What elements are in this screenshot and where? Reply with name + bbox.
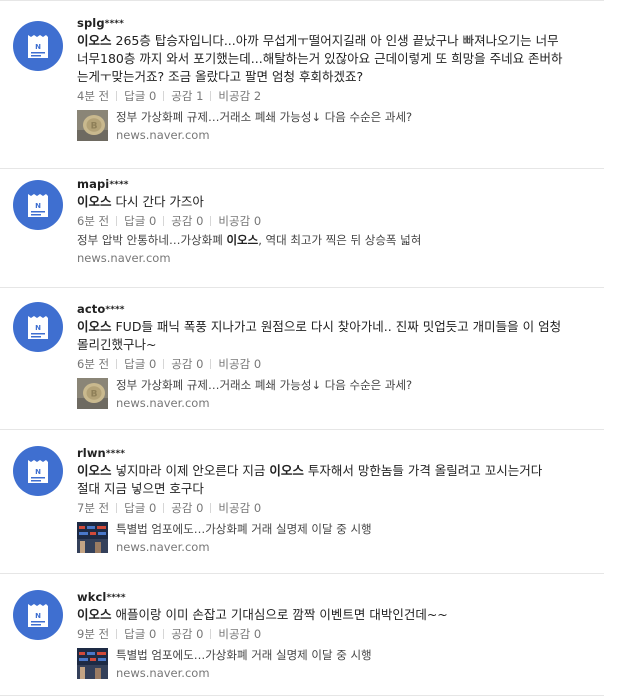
avatar[interactable]: N [13, 180, 63, 230]
username[interactable]: wkcl**** [77, 589, 604, 605]
keyword-highlight: 이오스 [226, 233, 259, 247]
newspaper-icon: N [28, 35, 48, 58]
comment-text: 이오스 넣지마라 이제 안오른다 지금 이오스 투자해서 망한놈들 가격 올릴려… [77, 462, 604, 498]
trading-screen-image [77, 648, 108, 679]
avatar[interactable]: N [13, 590, 63, 640]
like-count[interactable]: 공감 0 [171, 214, 203, 228]
keyword-highlight: 이오스 [269, 463, 304, 478]
keyword-highlight: 이오스 [77, 33, 112, 48]
dislike-count[interactable]: 비공감 0 [218, 627, 261, 641]
username[interactable]: splg**** [77, 15, 604, 31]
text-segment: FUD들 패닉 폭풍 지나가고 원점으로 다시 찾아가네.. 진짜 밋업듯고 개… [77, 319, 562, 352]
bitcoin-coin-image: B [77, 378, 108, 409]
news-title[interactable]: 특별법 엄포에도…가상화폐 거래 실명제 이달 중 시행 [116, 647, 372, 663]
like-count[interactable]: 공감 0 [171, 627, 203, 641]
news-link[interactable]: 특별법 엄포에도…가상화폐 거래 실명제 이달 중 시행 news.naver.… [77, 648, 604, 682]
comment-text: 이오스 다시 간다 가즈아 [77, 193, 604, 211]
comment-meta: 9분 전 답글 0 공감 0 비공감 0 [77, 626, 604, 642]
avatar[interactable]: N [13, 446, 63, 496]
timestamp: 7분 전 [77, 501, 110, 515]
reply-count[interactable]: 답글 0 [124, 357, 156, 371]
text-segment: 다시 간다 가즈아 [111, 194, 204, 209]
news-thumbnail[interactable]: B [77, 378, 108, 409]
news-title[interactable]: 정부 가상화폐 규제…거래소 폐쇄 가능성↓ 다음 수순은 과세? [116, 377, 412, 393]
news-source: news.naver.com [77, 251, 171, 265]
reply-count[interactable]: 답글 0 [124, 627, 156, 641]
avatar[interactable]: N [13, 302, 63, 352]
news-source: news.naver.com [116, 396, 210, 410]
timestamp: 4분 전 [77, 89, 110, 103]
comment-text: 이오스 FUD들 패닉 폭풍 지나가고 원점으로 다시 찾아가네.. 진짜 밋업… [77, 318, 604, 354]
comment-meta: 6분 전 답글 0 공감 0 비공감 0 [77, 356, 604, 372]
like-count[interactable]: 공감 1 [171, 89, 203, 103]
keyword-highlight: 이오스 [77, 463, 112, 478]
svg-text:N: N [35, 468, 41, 476]
news-thumbnail[interactable]: B [77, 110, 108, 141]
comment-meta: 6분 전 답글 0 공감 0 비공감 0 [77, 213, 604, 229]
comment-meta: 4분 전 답글 0 공감 1 비공감 2 [77, 88, 604, 104]
comment-text: 이오스 265층 탑승자입니다...아까 무섭게ㅜ떨어지길래 아 인생 끝났구나… [77, 32, 604, 86]
keyword-highlight: 이오스 [77, 607, 112, 622]
username[interactable]: rlwn**** [77, 445, 604, 461]
keyword-highlight: 이오스 [77, 194, 112, 209]
dislike-count[interactable]: 비공감 0 [218, 214, 261, 228]
reply-count[interactable]: 답글 0 [124, 214, 156, 228]
newspaper-icon: N [28, 194, 48, 217]
text-segment: 특별법 엄포에도…가상화폐 거래 실명제 이달 중 시행 [116, 522, 372, 536]
dislike-count[interactable]: 비공감 0 [218, 501, 261, 515]
news-thumbnail[interactable] [77, 522, 108, 553]
timestamp: 9분 전 [77, 627, 110, 641]
username[interactable]: mapi**** [77, 176, 604, 192]
news-link[interactable]: 특별법 엄포에도…가상화폐 거래 실명제 이달 중 시행 news.naver.… [77, 522, 604, 556]
news-source: news.naver.com [116, 540, 210, 554]
text-segment: 애플이랑 이미 손잡고 기대심으로 깜짝 이벤트면 대박인건데~~ [111, 607, 448, 622]
news-source: news.naver.com [116, 128, 210, 142]
dislike-count[interactable]: 비공감 2 [218, 89, 261, 103]
comment-meta: 7분 전 답글 0 공감 0 비공감 0 [77, 500, 604, 516]
timestamp: 6분 전 [77, 214, 110, 228]
svg-text:B: B [91, 390, 98, 400]
text-segment: 정부 가상화폐 규제…거래소 폐쇄 가능성↓ 다음 수순은 과세? [116, 110, 413, 124]
avatar[interactable]: N [13, 21, 63, 71]
comment-text: 이오스 애플이랑 이미 손잡고 기대심으로 깜짝 이벤트면 대박인건데~~ [77, 606, 604, 624]
news-title[interactable]: 정부 가상화폐 규제…거래소 폐쇄 가능성↓ 다음 수순은 과세? [116, 109, 412, 125]
news-link[interactable]: 정부 압박 안통하네…가상화폐 이오스, 역대 최고가 찍은 뒤 상승폭 넓혀 … [77, 233, 604, 267]
text-segment: , 역대 최고가 찍은 뒤 상승폭 넓혀 [258, 233, 422, 247]
news-thumbnail[interactable] [77, 648, 108, 679]
keyword-highlight: 이오스 [77, 319, 112, 334]
bitcoin-coin-image: B [77, 110, 108, 141]
comment-item: N wkcl**** 이오스 애플이랑 이미 손잡고 기대심으로 깜짝 이벤트면… [0, 574, 604, 700]
svg-text:N: N [35, 324, 41, 332]
comment-item: N acto**** 이오스 FUD들 패닉 폭풍 지나가고 원점으로 다시 찾… [0, 288, 604, 429]
comment-item: N mapi**** 이오스 다시 간다 가즈아 6분 전 답글 0 공감 0 비공감… [0, 169, 604, 287]
newspaper-icon: N [28, 316, 48, 339]
trading-screen-image [77, 522, 108, 553]
news-link[interactable]: B 정부 가상화폐 규제…거래소 폐쇄 가능성↓ 다음 수순은 과세? news… [77, 378, 604, 412]
username[interactable]: acto**** [77, 301, 604, 317]
like-count[interactable]: 공감 0 [171, 357, 203, 371]
news-title[interactable]: 정부 압박 안통하네…가상화폐 이오스, 역대 최고가 찍은 뒤 상승폭 넓혀 [77, 232, 421, 248]
dislike-count[interactable]: 비공감 0 [218, 357, 261, 371]
timestamp: 6분 전 [77, 357, 110, 371]
comment-item: N splg**** 이오스 265층 탑승자입니다...아까 무섭게ㅜ떨어지길… [0, 0, 604, 168]
newspaper-icon: N [28, 604, 48, 627]
news-link[interactable]: B 정부 가상화폐 규제…거래소 폐쇄 가능성↓ 다음 수순은 과세? news… [77, 110, 604, 144]
text-segment: 특별법 엄포에도…가상화폐 거래 실명제 이달 중 시행 [116, 648, 372, 662]
like-count[interactable]: 공감 0 [171, 501, 203, 515]
svg-text:N: N [35, 43, 41, 51]
text-segment: 정부 압박 안통하네…가상화폐 [77, 233, 227, 247]
text-segment: 265층 탑승자입니다...아까 무섭게ㅜ떨어지길래 아 인생 끝났구나 빠져나… [77, 33, 563, 84]
comment-item: N rlwn**** 이오스 넣지마라 이제 안오른다 지금 이오스 투자해서 … [0, 430, 604, 573]
news-source: news.naver.com [116, 666, 210, 680]
reply-count[interactable]: 답글 0 [124, 501, 156, 515]
svg-text:B: B [91, 122, 98, 132]
text-segment: 넣지마라 이제 안오른다 지금 [111, 463, 270, 478]
svg-text:N: N [35, 202, 41, 210]
text-segment: 정부 가상화폐 규제…거래소 폐쇄 가능성↓ 다음 수순은 과세? [116, 378, 413, 392]
svg-text:N: N [35, 612, 41, 620]
newspaper-icon: N [28, 460, 48, 483]
news-title[interactable]: 특별법 엄포에도…가상화폐 거래 실명제 이달 중 시행 [116, 521, 372, 537]
reply-count[interactable]: 답글 0 [124, 89, 156, 103]
separator [0, 695, 604, 696]
